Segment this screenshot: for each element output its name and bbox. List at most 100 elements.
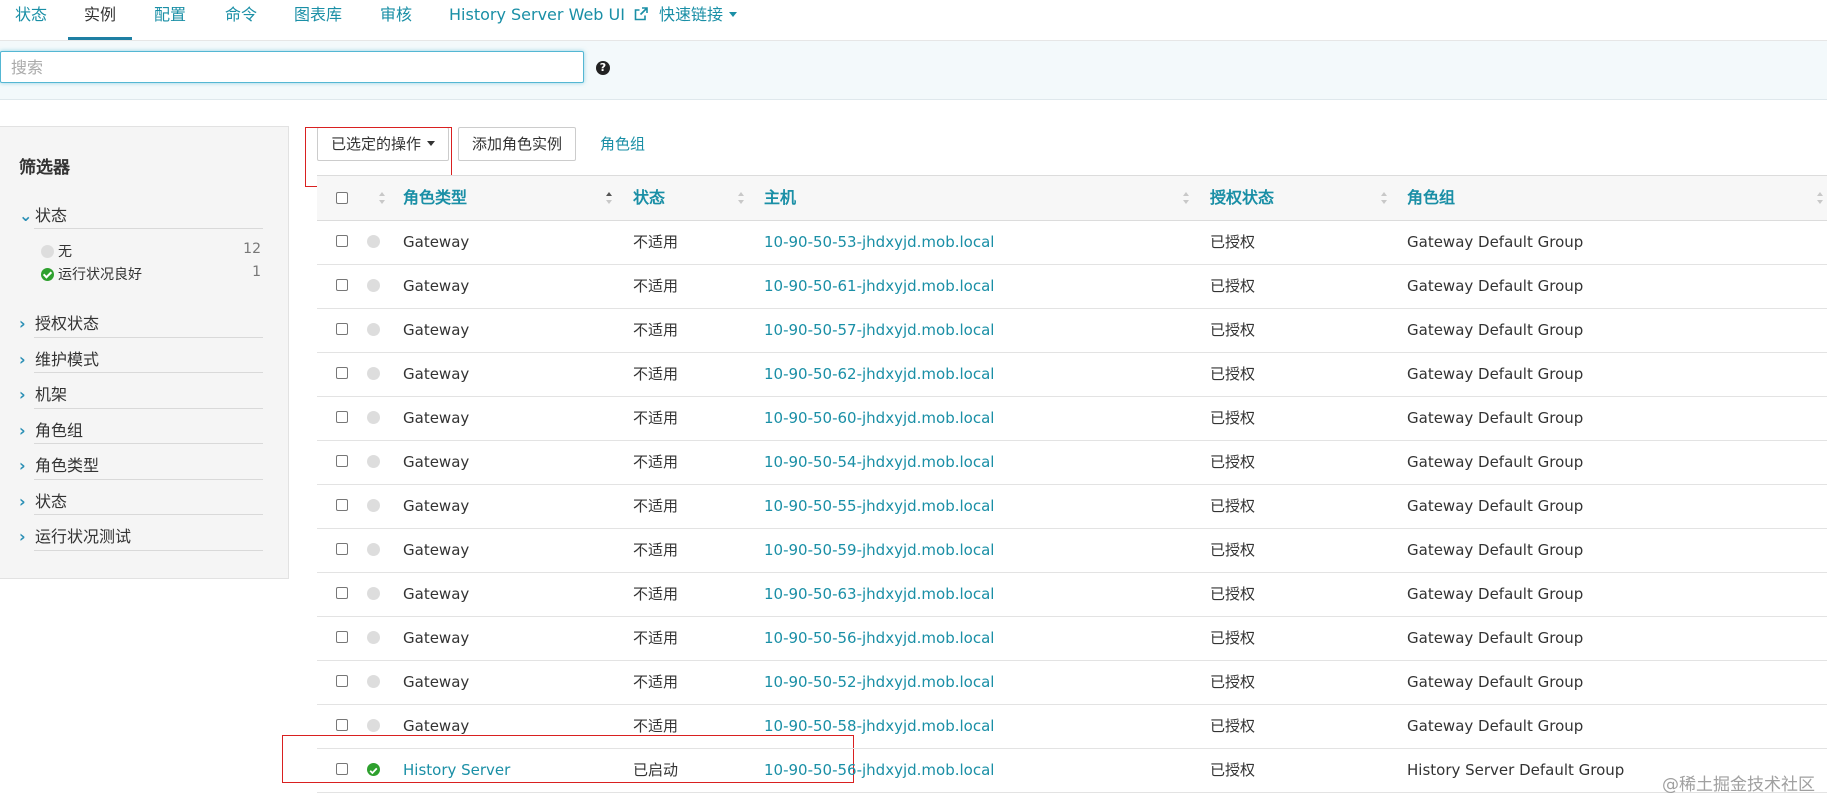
facet-state[interactable]: › 状态 — [19, 488, 264, 512]
cell-role-group: Gateway Default Group — [1407, 673, 1584, 691]
facet-authorization-status[interactable]: › 授权状态 — [19, 310, 264, 334]
cell-role-type[interactable]: History Server — [403, 748, 510, 792]
sort-icon[interactable] — [1817, 192, 1823, 204]
facet-rack[interactable]: › 机架 — [19, 381, 264, 405]
row-checkbox[interactable] — [336, 675, 348, 687]
grey-status-dot-icon — [367, 323, 380, 336]
table-row[interactable]: Gateway 不适用 10-90-50-58-jhdxyjd.mob.local 已… — [317, 704, 1827, 749]
cell-role-type: Gateway — [403, 585, 470, 603]
facet-health-tests[interactable]: › 运行状况测试 — [19, 523, 264, 547]
role-group-link[interactable]: 角色组 — [600, 127, 645, 161]
sort-icon[interactable] — [379, 192, 385, 204]
tab-quick-links[interactable]: 快速链接 — [659, 0, 738, 40]
cell-host-link[interactable]: 10-90-50-53-jhdxyjd.mob.local — [764, 220, 994, 264]
top-nav: 状态 实例 配置 命令 图表库 审核 History Server Web UI… — [0, 0, 1827, 41]
row-checkbox[interactable] — [336, 455, 348, 467]
green-check-icon — [367, 763, 380, 776]
checkmark-icon — [369, 767, 378, 775]
sort-icon[interactable] — [738, 192, 744, 204]
column-header-authorization[interactable]: 授权状态 — [1210, 176, 1274, 220]
cell-host-link[interactable]: 10-90-50-61-jhdxyjd.mob.local — [764, 264, 994, 308]
row-checkbox[interactable] — [336, 587, 348, 599]
watermark: @稀土掘金技术社区 — [1662, 775, 1815, 795]
sort-icon[interactable] — [1183, 192, 1189, 204]
column-header-status[interactable]: 状态 — [633, 176, 665, 220]
cell-status: 不适用 — [633, 409, 679, 427]
column-header-role-type[interactable]: 角色类型 — [403, 176, 467, 220]
chevron-right-icon: › — [19, 527, 26, 546]
tab-history-server-web-ui[interactable]: History Server Web UI — [449, 0, 648, 40]
divider — [34, 443, 263, 444]
cell-host-link[interactable]: 10-90-50-54-jhdxyjd.mob.local — [764, 440, 994, 484]
cell-authorization: 已授权 — [1210, 541, 1256, 559]
cell-role-group: Gateway Default Group — [1407, 409, 1584, 427]
row-checkbox[interactable] — [336, 367, 348, 379]
table-row[interactable]: Gateway 不适用 10-90-50-61-jhdxyjd.mob.local 已… — [317, 264, 1827, 309]
facet-status[interactable]: ⌄ 状态 — [19, 202, 264, 226]
row-checkbox[interactable] — [336, 323, 348, 335]
table-row[interactable]: Gateway 不适用 10-90-50-63-jhdxyjd.mob.local 已… — [317, 572, 1827, 617]
facet-item-none[interactable]: 无 12 — [41, 241, 261, 261]
tab-status[interactable]: 状态 — [15, 0, 47, 40]
column-header-host[interactable]: 主机 — [764, 176, 796, 220]
tab-charts-library[interactable]: 图表库 — [294, 0, 342, 40]
help-icon[interactable]: ? — [596, 61, 610, 75]
table-row[interactable]: Gateway 不适用 10-90-50-55-jhdxyjd.mob.local 已… — [317, 484, 1827, 529]
column-header-role-group[interactable]: 角色组 — [1407, 176, 1455, 220]
row-checkbox[interactable] — [336, 631, 348, 643]
row-checkbox[interactable] — [336, 763, 348, 775]
table-row[interactable]: Gateway 不适用 10-90-50-57-jhdxyjd.mob.local 已… — [317, 308, 1827, 353]
table-row[interactable]: Gateway 不适用 10-90-50-53-jhdxyjd.mob.local 已… — [317, 220, 1827, 265]
row-checkbox[interactable] — [336, 719, 348, 731]
cell-status: 不适用 — [633, 585, 679, 603]
select-all-checkbox[interactable] — [336, 192, 348, 204]
table-row[interactable]: Gateway 不适用 10-90-50-52-jhdxyjd.mob.local 已… — [317, 660, 1827, 705]
search-input[interactable] — [0, 51, 584, 83]
facet-item-label: 运行状况良好 — [58, 267, 142, 283]
cell-host-link[interactable]: 10-90-50-57-jhdxyjd.mob.local — [764, 308, 994, 352]
cell-host-link[interactable]: 10-90-50-58-jhdxyjd.mob.local — [764, 704, 994, 748]
grey-status-dot-icon — [367, 367, 380, 380]
cell-host-link[interactable]: 10-90-50-59-jhdxyjd.mob.local — [764, 528, 994, 572]
sort-asc-icon[interactable] — [606, 192, 612, 204]
cell-host-link[interactable]: 10-90-50-62-jhdxyjd.mob.local — [764, 352, 994, 396]
cell-role-type: Gateway — [403, 673, 470, 691]
tab-instances[interactable]: 实例 — [67, 0, 133, 40]
tab-commands[interactable]: 命令 — [225, 0, 257, 40]
cell-host-link[interactable]: 10-90-50-55-jhdxyjd.mob.local — [764, 484, 994, 528]
cell-host-link[interactable]: 10-90-50-56-jhdxyjd.mob.local — [764, 748, 994, 792]
sort-icon[interactable] — [1381, 192, 1387, 204]
facet-role-type[interactable]: › 角色类型 — [19, 452, 264, 476]
tab-configuration[interactable]: 配置 — [154, 0, 186, 40]
row-checkbox[interactable] — [336, 499, 348, 511]
cell-role-type: Gateway — [403, 717, 470, 735]
tab-audits-label: 审核 — [380, 5, 413, 24]
tab-audits[interactable]: 审核 — [380, 0, 412, 40]
row-checkbox[interactable] — [336, 411, 348, 423]
cell-role-group: Gateway Default Group — [1407, 629, 1584, 647]
cell-host-link[interactable]: 10-90-50-60-jhdxyjd.mob.local — [764, 396, 994, 440]
table-row[interactable]: Gateway 不适用 10-90-50-54-jhdxyjd.mob.local 已… — [317, 440, 1827, 485]
tab-quick-links-label: 快速链接 — [659, 5, 724, 24]
table-row[interactable]: History Server 已启动 10-90-50-56-jhdxyjd.mob… — [317, 748, 1827, 793]
chevron-down-icon — [729, 12, 738, 17]
facet-maintenance-mode[interactable]: › 维护模式 — [19, 346, 264, 370]
table-row[interactable]: Gateway 不适用 10-90-50-59-jhdxyjd.mob.local 已… — [317, 528, 1827, 573]
tab-instances-label: 实例 — [84, 5, 117, 24]
table-row[interactable]: Gateway 不适用 10-90-50-56-jhdxyjd.mob.local 已… — [317, 616, 1827, 661]
grey-status-dot-icon — [367, 543, 380, 556]
cell-host-link[interactable]: 10-90-50-56-jhdxyjd.mob.local — [764, 616, 994, 660]
facet-item-good-health[interactable]: 运行状况良好 1 — [41, 264, 261, 284]
cell-role-type: Gateway — [403, 233, 470, 251]
cell-host-link[interactable]: 10-90-50-63-jhdxyjd.mob.local — [764, 572, 994, 616]
column-header-label: 角色类型 — [403, 188, 468, 207]
row-checkbox[interactable] — [336, 235, 348, 247]
facet-role-group[interactable]: › 角色组 — [19, 417, 264, 441]
divider — [34, 514, 263, 515]
row-checkbox[interactable] — [336, 543, 348, 555]
cell-host-link[interactable]: 10-90-50-52-jhdxyjd.mob.local — [764, 660, 994, 704]
add-role-instance-button[interactable]: 添加角色实例 — [458, 127, 577, 161]
row-checkbox[interactable] — [336, 279, 348, 291]
table-row[interactable]: Gateway 不适用 10-90-50-60-jhdxyjd.mob.local 已… — [317, 396, 1827, 441]
table-row[interactable]: Gateway 不适用 10-90-50-62-jhdxyjd.mob.local 已… — [317, 352, 1827, 397]
